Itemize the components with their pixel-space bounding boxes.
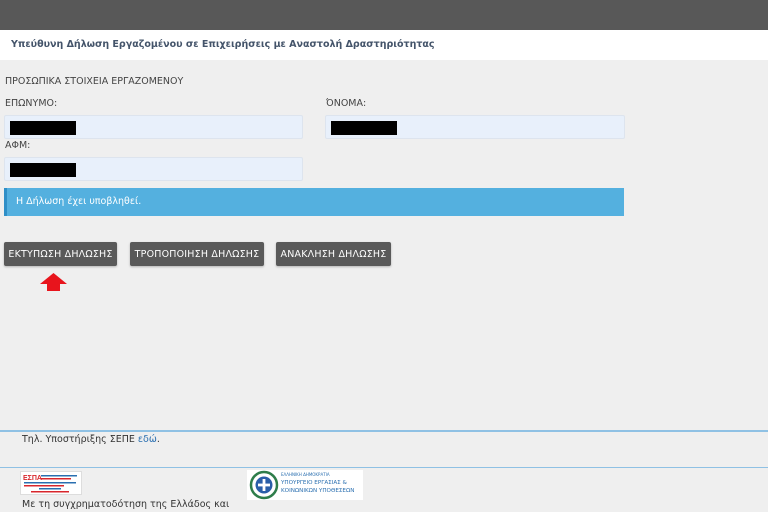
top-bar xyxy=(0,0,768,30)
modify-declaration-button[interactable]: ΤΡΟΠΟΠΟΙΗΣΗ ΔΗΛΩΣΗΣ xyxy=(130,242,264,266)
espa-logo: ΕΣΠΑ xyxy=(20,471,82,495)
surname-field[interactable] xyxy=(4,115,303,139)
page-title: Υπεύθυνη Δήλωση Εργαζομένου σε Επιχειρήσ… xyxy=(11,39,435,50)
ministry-logo: ΕΛΛΗΝΙΚΗ ΔΗΜΟΚΡΑΤΙΑ ΥΠΟΥΡΓΕΙΟ ΕΡΓΑΣΙΑΣ &… xyxy=(247,470,363,500)
submission-alert: Η Δήλωση έχει υποβληθεί. xyxy=(4,188,624,216)
ministry-name: ΥΠΟΥΡΓΕΙΟ ΕΡΓΑΣΙΑΣ & ΚΟΙΝΩΝΙΚΩΝ ΥΠΟΘΕΣΕΩ… xyxy=(281,479,354,495)
espa-logo-graphic: ΕΣΠΑ xyxy=(23,475,77,493)
print-declaration-button[interactable]: ΕΚΤΥΠΩΣΗ ΔΗΛΩΣΗΣ xyxy=(4,242,117,266)
afm-label: ΑΦΜ: xyxy=(5,140,31,151)
redacted-value xyxy=(331,121,397,135)
name-label: ΌΝΟΜΑ: xyxy=(326,98,367,109)
revoke-declaration-button[interactable]: ΑΝΑΚΛΗΣΗ ΔΗΛΩΣΗΣ xyxy=(276,242,391,266)
alert-message: Η Δήλωση έχει υποβληθεί. xyxy=(16,196,142,207)
ministry-line-2: ΚΟΙΝΩΝΙΚΩΝ ΥΠΟΘΕΣΕΩΝ xyxy=(281,488,355,494)
footer-divider-2 xyxy=(0,467,768,468)
cofund-text: Με τη συγχρηματοδότηση της Ελλάδος και xyxy=(22,499,230,510)
ministry-small-text: ΕΛΛΗΝΙΚΗ ΔΗΜΟΚΡΑΤΙΑ xyxy=(281,472,330,477)
support-text: Τηλ. Υποστήριξης ΣΕΠΕ εδώ. xyxy=(22,434,160,445)
title-bar: Υπεύθυνη Δήλωση Εργαζομένου σε Επιχειρήσ… xyxy=(0,30,768,60)
section-title: ΠΡΟΣΩΠΙΚΑ ΣΤΟΙΧΕΙΑ ΕΡΓΑΖΟΜΕΝΟΥ xyxy=(5,76,184,87)
redacted-value xyxy=(10,121,76,135)
afm-field[interactable] xyxy=(4,157,303,181)
surname-label: ΕΠΩΝΥΜΟ: xyxy=(5,98,58,109)
name-field[interactable] xyxy=(325,115,625,139)
redacted-value xyxy=(10,163,76,177)
support-link[interactable]: εδώ xyxy=(138,434,157,445)
footer-divider xyxy=(0,430,768,432)
up-arrow-icon xyxy=(40,273,67,291)
support-label: Τηλ. Υποστήριξης ΣΕΠΕ xyxy=(22,434,138,445)
svg-text:ΕΣΠΑ: ΕΣΠΑ xyxy=(23,475,42,482)
ministry-line-1: ΥΠΟΥΡΓΕΙΟ ΕΡΓΑΣΙΑΣ & xyxy=(281,480,347,486)
greek-emblem-icon xyxy=(249,470,279,500)
support-period: . xyxy=(156,434,160,445)
